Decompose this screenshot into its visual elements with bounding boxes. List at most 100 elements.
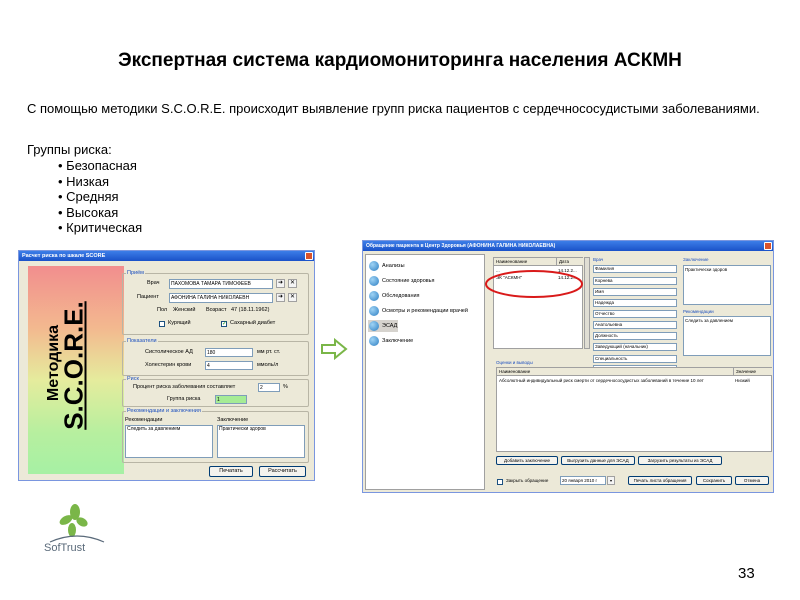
risk-group: Риск Процент риска заболевания составляе… [122,376,309,407]
clear-doctor-icon[interactable]: ✕ [288,279,297,288]
save-button[interactable]: Сохранить [696,476,732,485]
results-col-value-header: Значение [733,368,772,376]
highlight-ellipse [485,270,583,298]
doctor-lastname-field[interactable]: Фамилия [593,265,677,273]
risk-percent-label: Процент риска заболевания составляет [133,384,236,390]
select-doctor-icon[interactable]: ➜ [276,279,285,288]
patient-label: Пациент [137,294,159,300]
doctor-patronymic-field[interactable]: Отчество [593,310,677,318]
score-label: S.C.O.R.E. [58,301,89,430]
nav-item-health-state[interactable]: Состояние здоровья [368,275,484,287]
results-legend: Оценки и выводы [496,360,533,365]
recommendations-group: Рекомендации и заключения Рекомендации З… [122,408,309,463]
slide-description: С помощью методики S.C.O.R.E. происходит… [27,101,760,116]
doctor-field[interactable]: ПАХОМОВА ТАМАРА ТИМОФЕЕВ [169,279,273,289]
patient-field[interactable]: АФОНИНА ГАЛИНА НИКОЛАЕВН [169,293,273,303]
results-row-value[interactable]: Низкий [735,378,771,383]
calculate-button[interactable]: Рассчитать [259,466,306,477]
conclusion-textarea[interactable]: Практически здоров [217,425,305,458]
nav-label: Состояние здоровья [382,278,435,284]
nav-label: Обследования [382,293,420,299]
nav-item-conclusion[interactable]: Заключение [368,335,484,347]
close-visit-checkbox[interactable] [497,479,503,485]
risk-group-item: Средняя [58,189,142,205]
nav-item-doctor-exams[interactable]: Осмотры и рекомендации врачей [368,305,484,317]
doctor-specialty-field[interactable]: Специальность [593,355,677,363]
doctor-label: Врач [147,280,160,286]
print-button[interactable]: Печатать [209,466,253,477]
health-window-titlebar[interactable]: Обращение пациента в Центр Здоровья (АФО… [363,241,773,251]
recommendations-textarea[interactable]: Следить за давлением [683,316,771,356]
doctor-firstname-field[interactable]: Имя [593,288,677,296]
close-icon[interactable] [764,242,772,250]
doctor-position-field[interactable]: Должность [593,332,677,340]
col-date-header: Дата [556,258,583,266]
sex-value: Женский [173,307,196,313]
examinations-icon [369,291,379,301]
doctor-lastname-value[interactable]: Корнева [593,277,677,285]
conclusion-legend: Заключение [683,257,709,262]
close-visit-label: Закрыть обращение [506,478,549,483]
score-window-titlebar[interactable]: Расчет риска по шкале SCORE [19,251,314,261]
print-sheet-button[interactable]: Печать листа обращения [628,476,692,485]
conclusion-textarea[interactable]: Практически здоров [683,265,771,305]
nav-label: ЭСАД [382,323,398,329]
page-number: 33 [738,565,755,582]
sex-label: Пол [157,307,168,313]
doctor-patronymic-value[interactable]: Анатольевна [593,321,677,329]
health-window-title: Обращение пациента в Центр Здоровья (АФО… [366,243,556,249]
risk-group-item: Высокая [58,205,142,221]
chevron-down-icon[interactable]: ▾ [607,476,615,485]
table-scrollbar[interactable] [584,257,590,349]
nav-item-examinations[interactable]: Обследования [368,290,484,302]
slide-title: Экспертная система кардиомониторинга нас… [118,50,682,71]
systolic-unit: мм рт. ст. [257,349,281,355]
cholesterol-unit: ммоль/л [257,362,279,368]
upload-esad-button[interactable]: Выгрузить данные для ЭСАД [561,456,635,465]
diabetes-label: Сахарный диабет [230,320,276,326]
cholesterol-input[interactable]: 4 [205,361,253,370]
doctor-head-field[interactable]: Заведующий (начальник) [593,343,677,351]
results-row-name[interactable]: Абсолютный индивидуальный риск смерти от… [499,378,731,383]
add-conclusion-button[interactable]: Добавить заключение [496,456,558,465]
doctor-legend: Врач [593,257,604,262]
recommendations-textarea[interactable]: Следить за давлением [125,425,213,458]
close-icon[interactable] [305,252,313,260]
conclusion-icon [369,336,379,346]
cancel-button[interactable]: Отмена [735,476,769,485]
doctor-panel: Врач Фамилия Корнева Имя Надежда Отчеств… [591,257,679,355]
nav-label: Осмотры и рекомендации врачей [382,308,468,314]
smoker-checkbox[interactable] [159,321,165,327]
diabetes-checkbox[interactable] [221,320,227,327]
nav-item-esad[interactable]: ЭСАД [368,320,398,332]
risk-legend: Риск [126,376,140,382]
risk-groups-list: Безопасная Низкая Средняя Высокая Критич… [58,158,142,236]
doctor-firstname-value[interactable]: Надежда [593,299,677,307]
indicators-group: Показатели Систолическое АД 180 мм рт. с… [122,338,309,376]
select-patient-icon[interactable]: ➜ [276,293,285,302]
conclusion-label: Заключение [217,417,249,423]
age-value: 47 (18.11.1962) [231,307,270,313]
nav-item-analyses[interactable]: Анализы [368,260,484,272]
risk-percent-unit: % [283,384,288,390]
health-center-window: Обращение пациента в Центр Здоровья (АФО… [362,240,774,493]
results-table: Наименование Значение Абсолютный индивид… [496,367,772,452]
load-esad-results-button[interactable]: Загрузить результаты из ЭСАД [638,456,722,465]
esad-icon [369,321,379,331]
visit-date-picker[interactable]: 20 января 2010 г [560,476,606,485]
nav-label: Анализы [382,263,405,269]
risk-group-label: Группа риска [167,396,201,402]
reception-group: Приём Врач ПАХОМОВА ТАМАРА ТИМОФЕЕВ ➜ ✕ … [122,270,309,335]
analyses-icon [369,261,379,271]
systolic-input[interactable]: 180 [205,348,253,357]
age-label: Возраст [206,307,227,313]
clear-patient-icon[interactable]: ✕ [288,293,297,302]
arrow-right-icon [321,338,348,360]
cholesterol-label: Холестерин крови [145,362,192,368]
risk-groups-title: Группы риска: [27,142,112,157]
recommendations-legend: Рекомендации и заключения [126,408,202,414]
risk-group-item: Критическая [58,220,142,236]
nav-pane: Анализы Состояние здоровья Обследования … [365,254,485,490]
logo-text: SofTrust [44,542,86,554]
risk-group-value: 1 [215,395,247,404]
